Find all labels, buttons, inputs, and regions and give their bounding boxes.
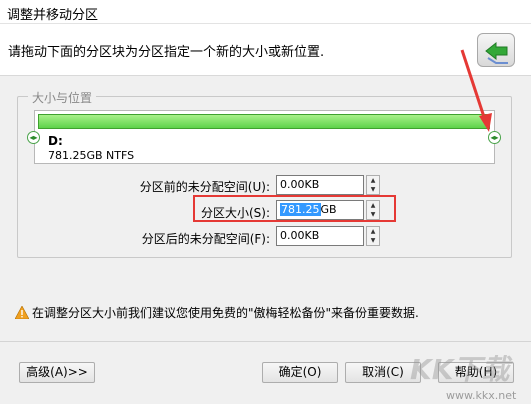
left-resize-handle[interactable]: ◂▸ bbox=[27, 131, 40, 144]
instruction-text: 请拖动下面的分区块为分区指定一个新的大小或新位置. bbox=[8, 45, 325, 60]
spin-down-icon[interactable]: ▼ bbox=[367, 185, 379, 194]
before-unallocated-label: 分区前的未分配空间(U): bbox=[139, 180, 270, 194]
after-unallocated-input[interactable]: 0.00KB bbox=[276, 226, 364, 246]
dialog-header: 请拖动下面的分区块为分区指定一个新的大小或新位置. bbox=[0, 24, 531, 76]
after-unallocated-spinner[interactable]: ▲ ▼ bbox=[366, 226, 380, 246]
warning-icon bbox=[15, 306, 29, 319]
before-unallocated-spinner[interactable]: ▲ ▼ bbox=[366, 175, 380, 195]
spin-up-icon[interactable]: ▲ bbox=[367, 227, 379, 236]
advanced-button[interactable]: 高级(A)>> bbox=[19, 362, 95, 383]
partition-name: D: bbox=[48, 134, 63, 148]
back-arrow-icon bbox=[485, 41, 508, 64]
before-unallocated-input[interactable]: 0.00KB bbox=[276, 175, 364, 195]
watermark-url: www.kkx.net bbox=[446, 389, 517, 402]
title-bar: 调整并移动分区 bbox=[0, 0, 531, 24]
back-button[interactable] bbox=[477, 33, 515, 67]
partition-bar[interactable] bbox=[38, 114, 490, 129]
spin-down-icon[interactable]: ▼ bbox=[367, 236, 379, 245]
ok-button[interactable]: 确定(O) bbox=[262, 362, 338, 383]
right-resize-handle[interactable]: ◂▸ bbox=[488, 131, 501, 144]
spin-up-icon[interactable]: ▲ bbox=[367, 176, 379, 185]
backup-warning: 在调整分区大小前我们建议您使用免费的"傲梅轻松备份"来备份重要数据. bbox=[15, 304, 419, 321]
after-unallocated-label: 分区后的未分配空间(F): bbox=[141, 232, 270, 246]
size-highlight-box bbox=[193, 195, 396, 222]
warning-text: 在调整分区大小前我们建议您使用免费的"傲梅轻松备份"来备份重要数据. bbox=[32, 306, 419, 320]
partition-info: 781.25GB NTFS bbox=[48, 149, 135, 162]
window-title: 调整并移动分区 bbox=[7, 8, 99, 23]
partition-block[interactable]: D: 781.25GB NTFS bbox=[34, 110, 495, 164]
watermark-logo: KK下载 bbox=[410, 353, 510, 386]
group-legend: 大小与位置 bbox=[28, 89, 97, 106]
footer-divider bbox=[0, 341, 531, 342]
